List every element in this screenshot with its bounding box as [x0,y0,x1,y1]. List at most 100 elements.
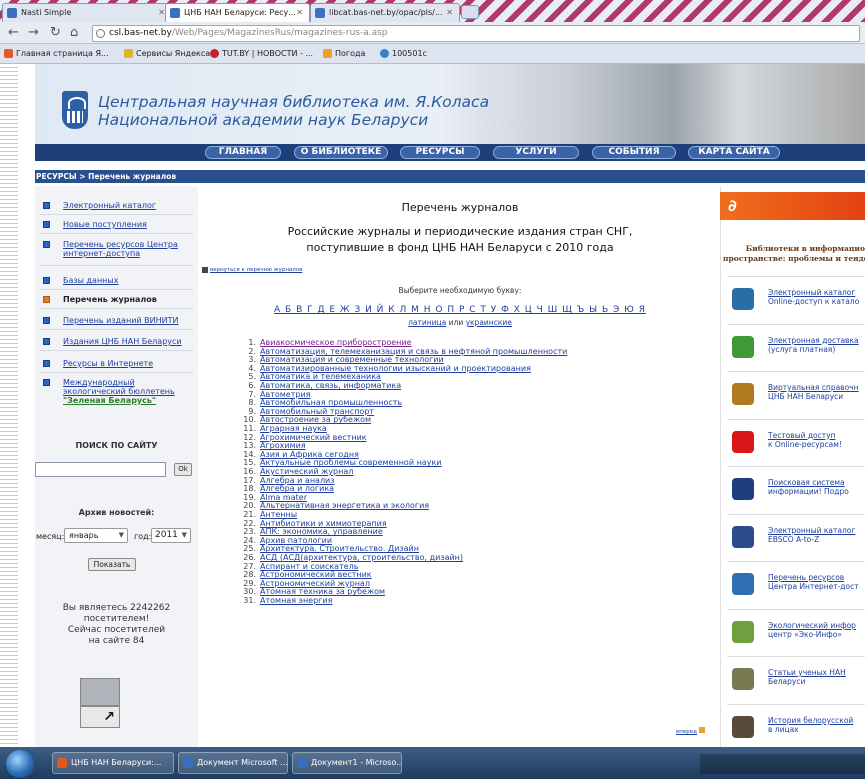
bookmark-item[interactable]: Сервисы Яндекса [124,44,210,63]
exclamation-icon [732,430,754,453]
right-item-title[interactable]: История белорусской [768,716,853,725]
bookmark-item[interactable]: TUT.BY | НОВОСТИ - ... [210,44,313,63]
month-select[interactable]: январь ▼ [64,528,128,543]
sidebar-item-eco-bulletin[interactable]: Международный экологический бюллетень "Зел… [43,378,193,408]
right-sidebar-item[interactable]: Виртуальная справочн ЦНБ НАН Беларуси [730,375,865,425]
right-item-subtitle: информации! Подро [768,487,849,496]
sidebar-item-internet-resources[interactable]: Перечень ресурсов Центра интернет-доступа [43,240,193,260]
ukrainian-link[interactable]: украинские [466,318,512,327]
right-item-subtitle: ЦНБ НАН Беларуси [768,392,844,401]
right-sidebar-item[interactable]: Статьи ученых НАН Беларуси [730,660,865,710]
bullet-icon [43,360,50,367]
arrow-up-right-icon: ↗ [103,709,115,725]
word-icon [183,758,193,768]
sidebar-link-line2[interactable]: экологический бюллетень [63,387,175,396]
bookmark-item[interactable]: 100501c [380,44,427,63]
close-icon[interactable]: ✕ [446,4,453,21]
journal-row: 31. Атомная энергия [238,596,332,605]
stat-counter-banner[interactable]: ↗ [80,706,120,728]
library-logo[interactable] [62,91,88,129]
close-icon[interactable]: ✕ [296,4,303,21]
year-select[interactable]: 2011 ▼ [151,528,191,543]
menu-home[interactable]: ГЛАВНАЯ [205,146,281,159]
right-item-title[interactable]: Тестовый доступ [768,431,836,440]
conference-banner-subtitle[interactable]: пространстве: проблемы и тенде [723,254,865,263]
right-sidebar-item[interactable]: История белорусской в лицах [730,708,865,758]
right-sidebar-item[interactable]: Электронная доставка (услуга платная) [730,328,865,378]
bookmark-item[interactable]: Главная страница Я... [4,44,109,63]
reload-icon[interactable]: ↻ [50,25,61,41]
sidebar-link[interactable]: Новые поступления [63,220,147,229]
right-item-title[interactable]: Электронная доставка [768,336,859,345]
right-item-subtitle: к Online-ресурсам! [768,439,842,449]
online-count: на сайте 84 [88,636,145,646]
divider [40,329,193,330]
sidebar-link-line3[interactable]: "Зеленая Беларусь" [63,396,156,405]
right-item-title[interactable]: Виртуальная справочн [768,383,859,392]
sidebar-link[interactable]: Перечень ресурсов Центра [63,240,178,249]
right-item-title[interactable]: Электронный каталог [768,288,855,297]
sidebar-link[interactable]: Перечень изданий ВИНИТИ [63,316,178,325]
right-item-subtitle: EBSCO A-to-Z [768,534,820,544]
alphabet-index[interactable]: А Б В Г Д Е Ж З И Й К Л М Н О П Р С Т У … [210,305,710,315]
sidebar-link[interactable]: Издания ЦНБ НАН Беларуси [63,337,182,346]
menu-resources[interactable]: РЕСУРСЫ [400,146,480,159]
right-banner[interactable]: ∂ [720,192,865,220]
bookmark-label: Погода [335,49,366,58]
sidebar-link[interactable]: Ресурсы в Интернете [63,359,153,368]
bookmark-item[interactable]: Погода [323,44,365,63]
close-icon[interactable]: ✕ [158,4,165,21]
sidebar-link-line2[interactable]: интернет-доступа [63,249,140,258]
start-button[interactable] [6,750,34,778]
journal-link[interactable]: Атомная энергия [260,596,332,605]
divider [727,561,865,562]
show-archive-button[interactable]: Показать [88,558,136,571]
right-sidebar-item[interactable]: Экологический инфор центр «Эко-Инфо» [730,613,865,663]
back-arrow-icon[interactable]: ← [8,25,19,41]
right-item-subtitle: Беларуси [768,677,806,686]
latin-link[interactable]: латиница [408,318,446,327]
menu-events[interactable]: СОБЫТИЯ [592,146,676,159]
address-bar[interactable]: csl.bas-net.by/Web/Pages/MagazinesRus/ma… [92,25,860,42]
menu-about[interactable]: О БИБЛИОТЕКЕ [294,146,388,159]
visitor-text: посетителем! [83,614,150,624]
new-tab-button[interactable] [461,5,479,19]
folder-icon [124,49,133,58]
divider [40,214,193,215]
taskbar-item-browser[interactable]: ЦНБ НАН Беларуси:... [52,752,174,774]
right-item-title[interactable]: Перечень ресурсов [768,573,844,582]
sidebar-link[interactable]: Электронный каталог [63,201,156,210]
sidebar-link-current[interactable]: Перечень журналов [63,295,157,304]
right-sidebar-item[interactable]: Электронный каталог Online-доступ к катал… [730,280,865,330]
banner-glyph: ∂ [728,196,737,215]
visit-counter-banner[interactable] [80,678,120,706]
sidebar-link[interactable]: Базы данных [63,276,118,285]
menu-services[interactable]: УСЛУГИ [493,146,579,159]
right-item-title[interactable]: Экологический инфор [768,621,856,630]
news-archive-label: Архив новостей: [78,508,155,517]
right-item-title[interactable]: Статьи ученых НАН [768,668,846,677]
forward-link[interactable]: вперед [676,727,705,735]
divider [727,656,865,657]
right-sidebar-item[interactable]: Тестовый доступ к Online-ресурсам! [730,423,865,473]
forward-arrow-icon[interactable]: → [28,25,39,41]
back-to-list-link[interactable]: вернуться к перечню журналов [202,267,302,273]
right-sidebar-item[interactable]: Поисковая система информации! Подро [730,470,865,520]
tab-cnb-resources[interactable]: ЦНБ НАН Беларуси: Ресу... ✕ [165,3,310,22]
menu-sitemap[interactable]: КАРТА САЙТА [688,146,780,159]
search-ok-button[interactable]: Ok [174,463,192,476]
right-item-subtitle: центр «Эко-Инфо» [768,629,842,639]
tab-nasti-simple[interactable]: Nasti Simple ✕ [2,3,172,22]
right-item-title[interactable]: Электронный каталог [768,526,855,535]
right-sidebar-item[interactable]: Электронный каталог EBSCO A-to-Z [730,518,865,568]
taskbar-item-doc2[interactable]: Документ1 - Microso... [292,752,402,774]
sidebar-link[interactable]: Международный [63,378,135,387]
taskbar-item-doc1[interactable]: Документ Microsoft ... [178,752,288,774]
right-sidebar-item[interactable]: Перечень ресурсов Центра Интернет-дост [730,565,865,615]
conference-banner-title[interactable]: Библиотеки в информацио [723,244,865,253]
site-search-input[interactable] [35,462,166,477]
right-item-title[interactable]: Поисковая система [768,478,845,487]
home-icon[interactable]: ⌂ [70,25,78,41]
tab-libcat[interactable]: libcat.bas-net.by/opac/pls/... ✕ [310,3,460,22]
delivery-icon [732,335,754,358]
